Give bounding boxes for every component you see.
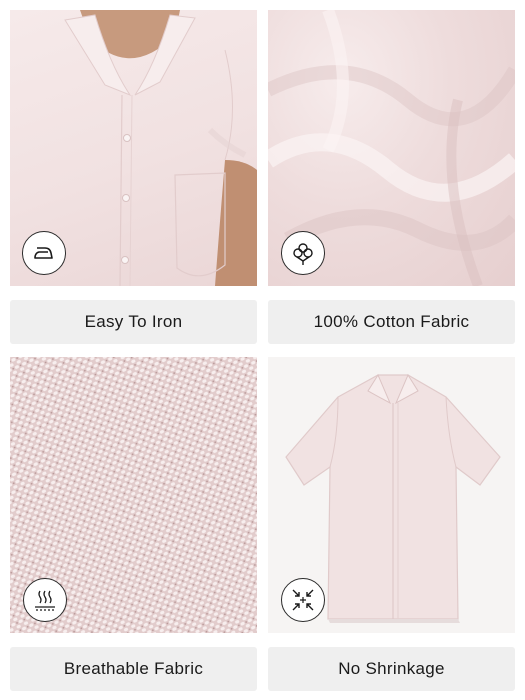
cotton-flower-icon [281,231,325,275]
breathable-waves-icon [23,578,67,622]
feature-label: Easy To Iron [84,312,183,331]
model-shirt-photo [10,10,257,286]
feature-caption-shrinkage: No Shrinkage [268,647,515,691]
feature-caption-iron: Easy To Iron [10,300,257,344]
feature-label: Breathable Fabric [63,659,204,678]
feature-label: 100% Cotton Fabric [313,312,470,331]
fabric-drape-photo [268,10,515,286]
iron-icon [22,231,66,275]
no-shrink-arrows-icon [281,578,325,622]
feature-caption-breathable: Breathable Fabric [10,647,257,691]
flat-shirt-photo [268,357,515,633]
feature-label: No Shrinkage [338,659,445,678]
feature-caption-cotton: 100% Cotton Fabric [268,300,515,344]
fabric-weave-photo [10,357,257,633]
